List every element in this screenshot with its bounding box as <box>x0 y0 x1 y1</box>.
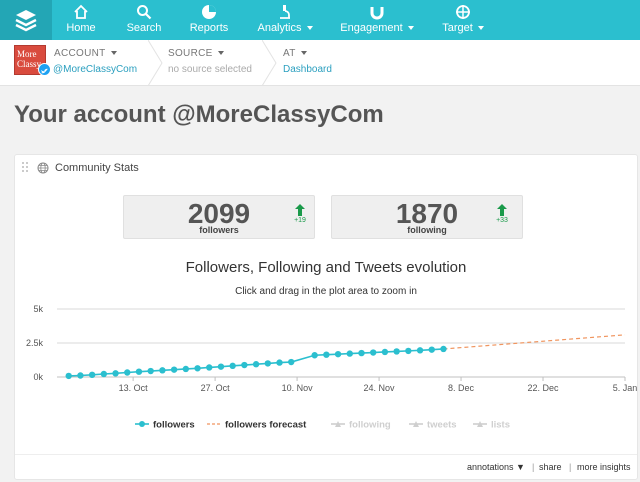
legend-symbol <box>139 421 145 427</box>
nav-analytics-label: Analytics <box>252 22 318 34</box>
at-value[interactable]: Dashboard <box>283 64 332 75</box>
share-link[interactable]: share <box>539 462 562 472</box>
followers-point[interactable] <box>65 372 72 380</box>
x-tick-label: 24. Nov <box>364 383 396 393</box>
y-tick-label: 2.5k <box>26 338 44 348</box>
followers-point[interactable] <box>276 359 283 366</box>
widget-footer: annotations ▼ | share | more insights <box>15 454 637 480</box>
followers-point[interactable] <box>288 358 295 366</box>
at-key: AT <box>283 48 307 59</box>
breadcrumb-separator <box>148 40 163 86</box>
legend-item[interactable]: lists <box>491 420 510 431</box>
magnet-icon <box>336 4 418 20</box>
chevron-down-icon <box>407 26 414 31</box>
account-key: ACCOUNT <box>54 48 117 59</box>
x-tick-label: 5. Jan <box>613 383 638 393</box>
nav-analytics[interactable]: Analytics <box>252 0 318 40</box>
breadcrumb-separator <box>262 40 277 86</box>
chevron-down-icon <box>477 26 484 31</box>
followers-point[interactable] <box>194 365 201 372</box>
followers-point[interactable] <box>346 350 353 357</box>
nav-home-label: Home <box>66 22 96 34</box>
home-icon <box>58 4 104 20</box>
microscope-icon <box>252 4 318 20</box>
forecast-line <box>443 334 626 350</box>
followers-point[interactable] <box>217 363 225 370</box>
annotations-link[interactable]: annotations ▼ <box>467 462 525 472</box>
followers-point[interactable] <box>358 349 365 357</box>
followers-point[interactable] <box>370 349 377 356</box>
x-tick-label: 8. Dec <box>448 383 475 393</box>
followers-point[interactable] <box>241 361 248 369</box>
followers-point[interactable] <box>88 371 96 379</box>
source-value: no source selected <box>168 64 252 75</box>
crumb-source[interactable]: SOURCE no source selected <box>168 40 268 86</box>
top-nav: Home Search Reports Analytics Engagement… <box>0 0 640 40</box>
page-title: Your account @MoreClassyCom <box>14 101 384 128</box>
nav-home[interactable]: Home <box>58 0 104 40</box>
chevron-down-icon <box>217 51 224 56</box>
crumb-at[interactable]: AT Dashboard <box>283 40 363 86</box>
nav-target-label: Target <box>436 22 490 34</box>
crumb-account[interactable]: More Classy ACCOUNT @MoreClassyCom <box>0 40 150 86</box>
nav-search-label: Search <box>126 22 162 34</box>
followers-point[interactable] <box>159 367 166 374</box>
nav-reports-label: Reports <box>189 22 229 34</box>
nav-engagement-label: Engagement <box>336 22 418 34</box>
followers-point[interactable] <box>135 368 143 375</box>
followers-point[interactable] <box>405 347 412 355</box>
followers-point[interactable] <box>170 366 178 373</box>
nav-engagement[interactable]: Engagement <box>336 0 418 40</box>
legend-item[interactable]: tweets <box>427 420 457 431</box>
followers-point[interactable] <box>147 367 154 375</box>
followers-point[interactable] <box>393 348 400 355</box>
account-handle[interactable]: @MoreClassyCom <box>53 64 137 75</box>
pie-chart-icon <box>184 4 234 20</box>
y-tick-label: 5k <box>33 304 43 314</box>
followers-point[interactable] <box>182 365 190 373</box>
followers-point[interactable] <box>311 352 318 359</box>
followers-point[interactable] <box>77 372 84 379</box>
search-icon <box>120 4 168 20</box>
y-tick-label: 0k <box>33 372 43 382</box>
followers-point[interactable] <box>381 348 389 356</box>
nav-search[interactable]: Search <box>120 0 168 40</box>
footer-divider: | <box>532 462 535 472</box>
followers-point[interactable] <box>100 370 108 378</box>
footer-divider: | <box>569 462 572 472</box>
crosshair-icon <box>436 4 490 20</box>
x-tick-label: 27. Oct <box>201 383 231 393</box>
followers-point[interactable] <box>416 347 424 354</box>
nav-target[interactable]: Target <box>436 0 490 40</box>
legend-item[interactable]: followers <box>153 420 195 431</box>
community-stats-widget: Community Stats 2099 followers +19 1870 … <box>14 154 638 480</box>
followers-point[interactable] <box>229 362 236 370</box>
more-insights-link[interactable]: more insights <box>577 462 631 472</box>
chevron-down-icon <box>300 51 307 56</box>
followers-point[interactable] <box>206 364 213 371</box>
x-tick-label: 13. Oct <box>119 383 149 393</box>
followers-point[interactable] <box>323 351 330 358</box>
followers-point[interactable] <box>264 360 272 367</box>
followers-point[interactable] <box>252 361 260 368</box>
followers-point[interactable] <box>440 345 447 353</box>
twitter-icon <box>38 63 51 76</box>
x-tick-label: 10. Nov <box>282 383 314 393</box>
nav-reports[interactable]: Reports <box>184 0 234 40</box>
followers-point[interactable] <box>124 369 131 376</box>
legend-item[interactable]: followers forecast <box>225 420 307 431</box>
evolution-chart[interactable]: 0k 2.5k 5k 13. Oct 27. Oct 10. Nov 24. Nov 8. D… <box>15 155 639 453</box>
x-tick-label: 22. Dec <box>528 383 560 393</box>
chevron-down-icon <box>110 51 117 56</box>
breadcrumb: More Classy ACCOUNT @MoreClassyCom SOURC… <box>0 40 640 86</box>
layers-logo-icon[interactable] <box>0 0 52 40</box>
legend-item[interactable]: following <box>349 420 391 431</box>
followers-point[interactable] <box>112 370 119 377</box>
followers-point[interactable] <box>334 350 342 358</box>
followers-point[interactable] <box>428 346 435 353</box>
chevron-down-icon <box>306 26 313 31</box>
source-key: SOURCE <box>168 48 224 59</box>
